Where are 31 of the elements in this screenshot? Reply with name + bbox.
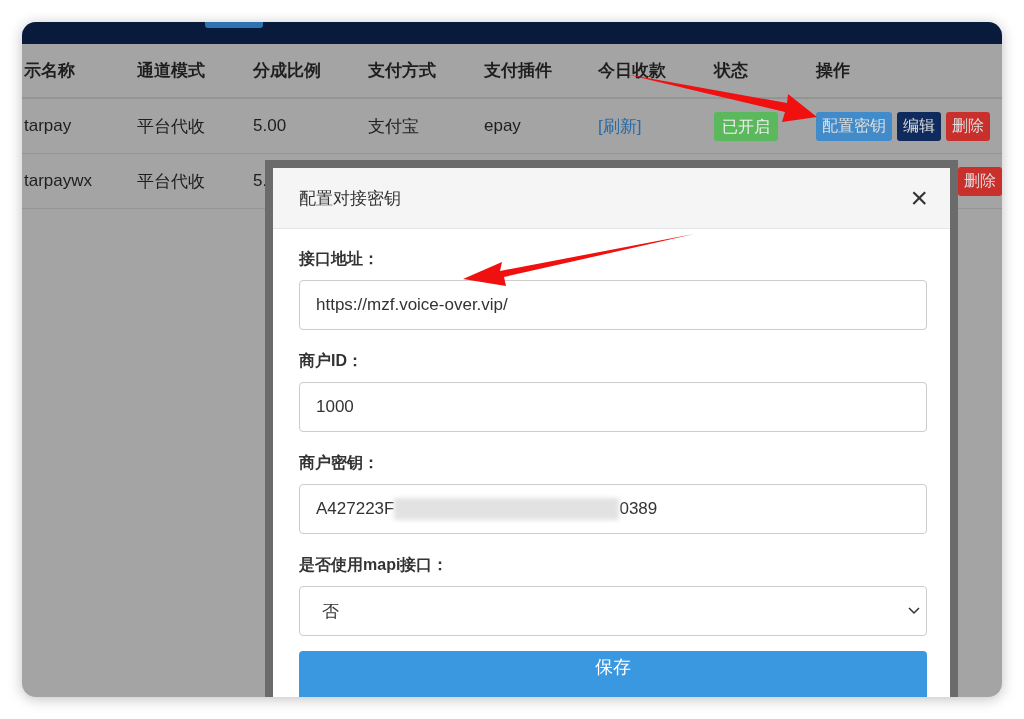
input-field[interactable]: 1000 xyxy=(299,382,927,432)
column-header: 状态 xyxy=(714,60,749,82)
table-cell-text: epay xyxy=(484,116,522,136)
action-button[interactable]: 删除 xyxy=(946,111,990,141)
table-cell-text: 5. xyxy=(253,171,269,191)
table-cell-text: 支付宝 xyxy=(368,115,420,138)
table-cell-text: tarpaywx xyxy=(23,171,94,191)
close-button[interactable]: × xyxy=(906,183,932,213)
column-header: 今日收款 xyxy=(598,60,667,82)
modal-title: 配置对接密钥 xyxy=(299,187,401,210)
field-label: 商户密钥： xyxy=(299,453,380,473)
action-button[interactable]: 编辑 xyxy=(897,111,941,141)
table-cell-text: 平台代收 xyxy=(137,115,206,138)
field-label: 商户ID： xyxy=(299,351,364,371)
column-header: 通道模式 xyxy=(137,60,206,82)
input-field[interactable]: https://mzf.voice-over.vip/ xyxy=(299,280,927,330)
input-field[interactable]: A427223F 0389 xyxy=(299,484,927,534)
column-header: 分成比例 xyxy=(253,60,322,82)
column-header: 支付方式 xyxy=(368,60,437,82)
column-header: 操作 xyxy=(816,60,851,82)
column-header: 支付插件 xyxy=(484,60,553,82)
chevron-down-icon xyxy=(908,607,920,615)
field-label: 是否使用mapi接口： xyxy=(299,555,450,575)
table-cell-text: 5.00 xyxy=(253,116,288,136)
action-button[interactable]: 删除 xyxy=(958,166,1002,196)
status-badge: 已开启 xyxy=(714,111,778,141)
table-cell-text: 平台代收 xyxy=(137,170,206,193)
column-header: 示名称 xyxy=(23,60,76,82)
field-label: 接口地址： xyxy=(299,249,380,269)
select-field[interactable]: 否 xyxy=(299,586,927,636)
table-cell-text: tarpay xyxy=(23,116,73,136)
